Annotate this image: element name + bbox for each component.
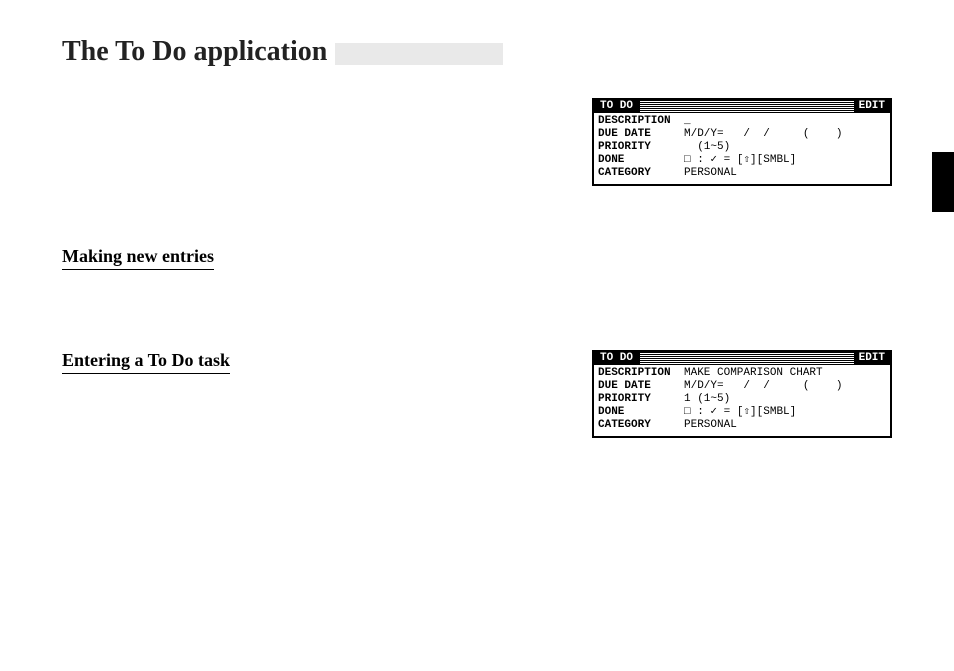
lcd-row-category: CATEGORY PERSONAL [598,167,886,180]
intro-paragraph [62,98,562,120]
lcd-screen-filled: TO DO EDIT DESCRIPTION MAKE COMPARISON C… [592,350,892,438]
lcd-field-value: 1 (1~5) [684,393,886,406]
lcd-field-value: M/D/Y= / / ( ) [684,380,886,393]
lcd-field-label: DESCRIPTION [598,367,684,380]
lcd-row-category: CATEGORY PERSONAL [598,419,886,432]
lcd-row-priority: PRIORITY 1 (1~5) [598,393,886,406]
lcd-field-label: PRIORITY [598,393,684,406]
lcd-app-tab: TO DO [594,100,640,112]
lcd-body: DESCRIPTION _ DUE DATE M/D/Y= / / ( ) PR… [594,113,890,184]
lcd-field-value: □ : ✓ = [⇧][SMBL] [684,154,886,167]
lcd-field-label: DUE DATE [598,128,684,141]
lcd-field-value: (1~5) [684,141,886,154]
lcd-field-label: DUE DATE [598,380,684,393]
page-edge-tab [932,152,954,212]
lcd-row-done: DONE □ : ✓ = [⇧][SMBL] [598,154,886,167]
lcd-body: DESCRIPTION MAKE COMPARISON CHART DUE DA… [594,365,890,436]
lcd-row-done: DONE □ : ✓ = [⇧][SMBL] [598,406,886,419]
lcd-mode-badge: EDIT [854,100,890,112]
lcd-field-value: MAKE COMPARISON CHART [684,367,886,380]
lcd-titlebar: TO DO EDIT [594,100,890,113]
lcd-field-value: _ [684,115,886,128]
lcd-field-value: □ : ✓ = [⇧][SMBL] [684,406,886,419]
heading-highlight [335,43,503,65]
lcd-field-value: PERSONAL [684,167,886,180]
lcd-field-label: CATEGORY [598,419,684,432]
lcd-row-due-date: DUE DATE M/D/Y= / / ( ) [598,380,886,393]
lcd-field-value: PERSONAL [684,419,886,432]
lcd-row-due-date: DUE DATE M/D/Y= / / ( ) [598,128,886,141]
lcd-row-description: DESCRIPTION _ [598,115,886,128]
lcd-screen-blank: TO DO EDIT DESCRIPTION _ DUE DATE M/D/Y=… [592,98,892,186]
lcd-row-priority: PRIORITY (1~5) [598,141,886,154]
lcd-field-label: PRIORITY [598,141,684,154]
lcd-field-label: DONE [598,154,684,167]
lcd-app-tab: TO DO [594,352,640,364]
lcd-titlebar-stripes [640,352,854,364]
lcd-titlebar-stripes [640,100,854,112]
lcd-field-label: DONE [598,406,684,419]
lcd-field-label: CATEGORY [598,167,684,180]
lcd-mode-badge: EDIT [854,352,890,364]
section-title-making-entries: Making new entries [62,246,214,270]
section-title-entering-task: Entering a To Do task [62,350,230,374]
lcd-field-value: M/D/Y= / / ( ) [684,128,886,141]
lcd-field-label: DESCRIPTION [598,115,684,128]
lcd-titlebar: TO DO EDIT [594,352,890,365]
lcd-row-description: DESCRIPTION MAKE COMPARISON CHART [598,367,886,380]
page-title: The To Do application [62,36,335,68]
page-content: The To Do application TO DO EDIT DESCRIP… [62,36,892,438]
